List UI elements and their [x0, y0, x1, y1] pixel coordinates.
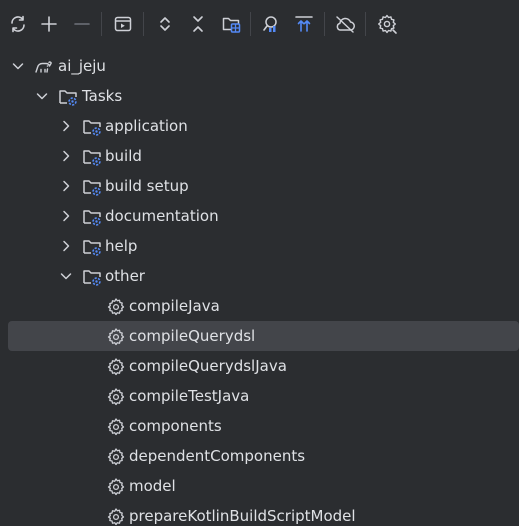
- tree-node-group[interactable]: application: [0, 111, 519, 141]
- gear-icon: [107, 358, 125, 376]
- tree-node-task[interactable]: compileQuerydsl: [0, 321, 519, 351]
- toolbar-separator: [365, 12, 366, 36]
- gear-icon: [107, 478, 125, 496]
- settings-button[interactable]: [374, 11, 400, 37]
- tree-node-project[interactable]: ai_jeju: [0, 51, 519, 81]
- reload-button[interactable]: [5, 11, 31, 37]
- gear-icon: [378, 14, 397, 34]
- add-button[interactable]: [36, 11, 62, 37]
- task-folder-icon: [83, 270, 101, 286]
- tasks-label: Tasks: [82, 87, 123, 105]
- selection-highlight: [8, 321, 519, 351]
- task-folder-icon: [59, 90, 77, 106]
- tree-node-group[interactable]: documentation: [0, 201, 519, 231]
- toolbar-separator: [324, 12, 325, 36]
- tree-node-group[interactable]: build setup: [0, 171, 519, 201]
- gradle-elephant-icon: [35, 61, 52, 73]
- chevron-down-icon[interactable]: [34, 88, 50, 104]
- task-label: compileQuerydslJava: [129, 357, 287, 375]
- execute-task-button[interactable]: [110, 11, 136, 37]
- toolbar-separator: [143, 12, 144, 36]
- collapse-all-button[interactable]: [185, 11, 211, 37]
- chevron-right-icon[interactable]: [58, 238, 74, 254]
- collapse-all-icon: [193, 16, 203, 32]
- tree-node-group[interactable]: build: [0, 141, 519, 171]
- tree-node-tasks[interactable]: Tasks: [0, 81, 519, 111]
- tree-node-task[interactable]: model: [0, 471, 519, 501]
- toolbar-separator: [101, 12, 102, 36]
- group-label: documentation: [105, 207, 219, 225]
- group-label: build setup: [105, 177, 189, 195]
- tree-node-task[interactable]: components: [0, 411, 519, 441]
- align-top-button[interactable]: [291, 11, 317, 37]
- chevron-right-icon[interactable]: [58, 178, 74, 194]
- align-top-icon: [295, 16, 313, 32]
- group-label: other: [105, 267, 145, 285]
- group-label: help: [105, 237, 138, 255]
- group-label: build: [105, 147, 142, 165]
- task-label: prepareKotlinBuildScriptModel: [129, 507, 356, 525]
- task-folder-icon: [83, 180, 101, 196]
- tree-node-task[interactable]: prepareKotlinBuildScriptModel: [0, 501, 519, 526]
- tree-node-task[interactable]: compileQuerydslJava: [0, 351, 519, 381]
- tree-node-task[interactable]: compileTestJava: [0, 381, 519, 411]
- task-label: dependentComponents: [129, 447, 306, 465]
- group-label: application: [105, 117, 188, 135]
- task-label: model: [129, 477, 176, 495]
- gear-icon: [107, 328, 125, 346]
- tree-node-group[interactable]: other: [0, 261, 519, 291]
- tree-node-task[interactable]: compileJava: [0, 291, 519, 321]
- expand-all-button[interactable]: [152, 11, 178, 37]
- tree-node-task[interactable]: dependentComponents: [0, 441, 519, 471]
- project-label: ai_jeju: [58, 57, 106, 75]
- task-label: compileTestJava: [129, 387, 250, 405]
- task-label: compileJava: [129, 297, 220, 315]
- analyze-dependencies-button[interactable]: [258, 11, 284, 37]
- expand-all-icon: [160, 17, 170, 31]
- chevron-down-icon[interactable]: [58, 268, 74, 284]
- task-folder-icon: [83, 210, 101, 226]
- task-label: components: [129, 417, 222, 435]
- minus-icon: [74, 23, 90, 25]
- offline-mode-icon: [336, 16, 355, 33]
- gear-icon: [107, 448, 125, 466]
- gear-icon: [107, 508, 125, 526]
- refresh-icon: [11, 15, 25, 33]
- gear-icon: [107, 298, 125, 316]
- group-modules-icon: [222, 17, 241, 33]
- chevron-right-icon[interactable]: [58, 208, 74, 224]
- toolbar-separator: [250, 12, 251, 36]
- gear-icon: [107, 388, 125, 406]
- group-modules-button[interactable]: [218, 11, 244, 37]
- task-label: compileQuerydsl: [129, 327, 256, 345]
- tree-node-group[interactable]: help: [0, 231, 519, 261]
- plus-icon: [41, 16, 57, 32]
- remove-button[interactable]: [69, 11, 95, 37]
- execute-task-icon: [114, 16, 132, 32]
- chevron-down-icon[interactable]: [10, 58, 26, 74]
- task-folder-icon: [83, 120, 101, 136]
- chevron-right-icon[interactable]: [58, 148, 74, 164]
- gradle-toolbar: [0, 0, 519, 48]
- task-folder-icon: [83, 240, 101, 256]
- dependency-analyzer-icon: [263, 16, 277, 32]
- offline-mode-button[interactable]: [332, 11, 358, 37]
- chevron-right-icon[interactable]: [58, 118, 74, 134]
- task-folder-icon: [83, 150, 101, 166]
- gear-icon: [107, 418, 125, 436]
